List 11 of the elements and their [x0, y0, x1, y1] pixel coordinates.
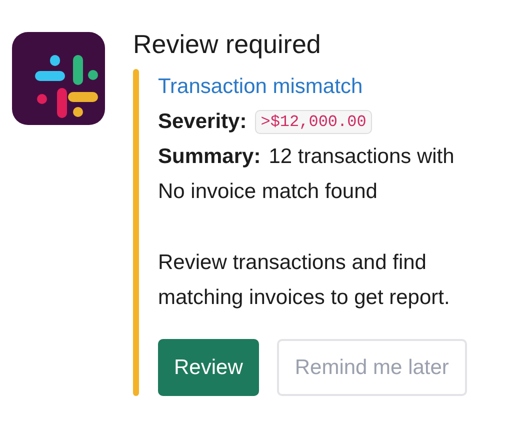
field-value: 12 transactions with — [268, 144, 454, 170]
review-button[interactable]: Review — [158, 339, 259, 396]
field-label: Summary: — [158, 144, 261, 170]
code-tag: >$12,000.00 — [254, 110, 372, 134]
summary-text: No invoice match found — [158, 179, 378, 205]
field-label: Severity: — [158, 109, 247, 135]
message-title: Review required — [133, 29, 322, 59]
remind-button[interactable]: Remind me later — [276, 339, 467, 396]
attachment-heading[interactable]: Transaction mismatch — [158, 69, 467, 104]
app-logo-icon — [12, 32, 105, 125]
body-text: Review transactions and find matching invoices to get report. — [158, 250, 451, 311]
